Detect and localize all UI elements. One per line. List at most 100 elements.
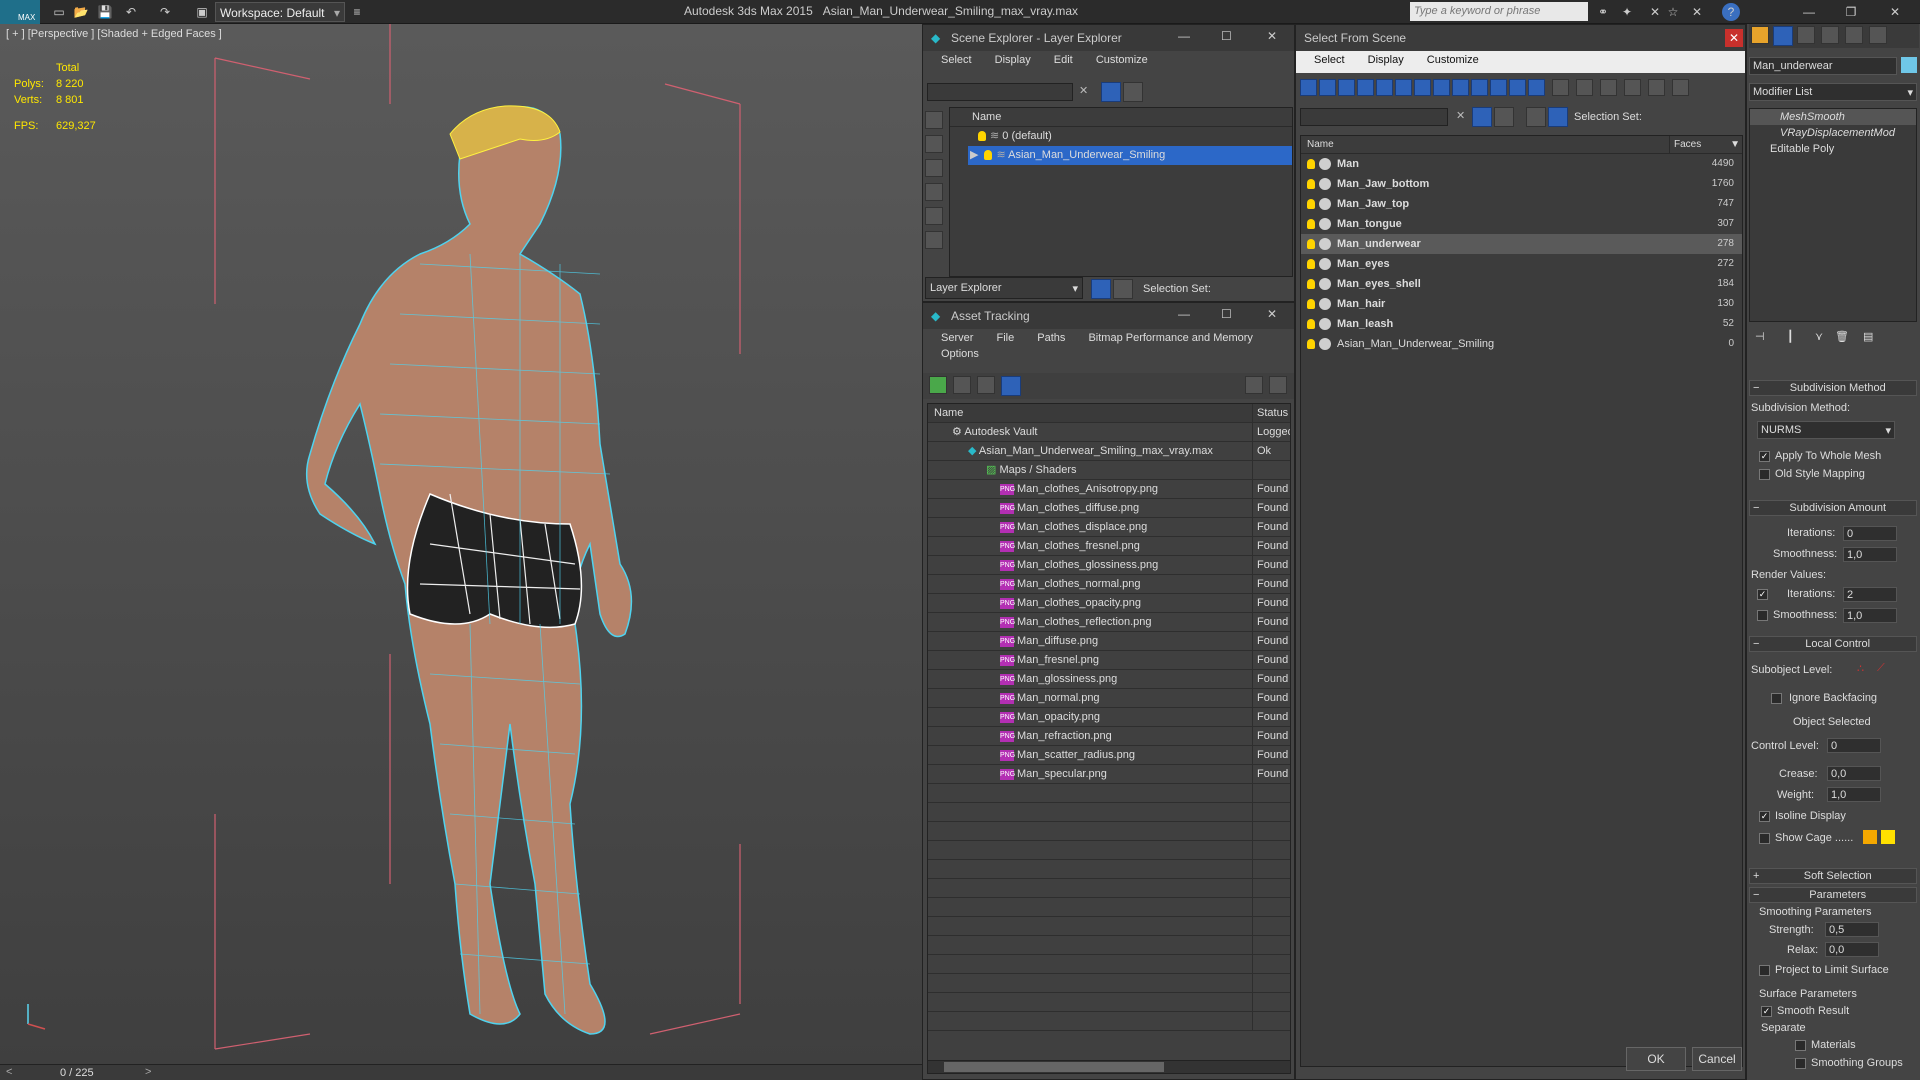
select-none-icon[interactable] bbox=[1576, 79, 1593, 96]
menu-customize[interactable]: Customize bbox=[1427, 54, 1479, 66]
asset-file-row[interactable]: PNG Man_opacity.png Found bbox=[928, 708, 1290, 727]
layer-row-selected[interactable]: ▶ ≋ Asian_Man_Underwear_Smiling bbox=[968, 146, 1292, 165]
menu-overflow-icon[interactable]: ≡ bbox=[348, 3, 366, 21]
close-icon[interactable]: ✕ bbox=[1267, 307, 1277, 321]
name-column-header[interactable]: Name bbox=[928, 407, 963, 419]
groups-filter-icon[interactable] bbox=[1471, 79, 1488, 96]
filter-icon[interactable] bbox=[1472, 107, 1492, 127]
settings-icon[interactable] bbox=[1269, 376, 1287, 394]
display-lights-icon[interactable] bbox=[925, 183, 943, 201]
modifier-stack-item[interactable]: VRayDisplacementMod bbox=[1750, 125, 1916, 141]
smooth-result-checkbox[interactable]: ✓ bbox=[1761, 1006, 1772, 1017]
asset-file-row[interactable]: PNG Man_clothes_reflection.png Found bbox=[928, 613, 1290, 632]
minimize-icon[interactable]: — bbox=[1178, 307, 1190, 321]
menu-bitmap-performance[interactable]: Bitmap Performance and Memory bbox=[1088, 332, 1252, 344]
menu-display[interactable]: Display bbox=[1368, 54, 1404, 66]
relax-spinner[interactable]: 0,0 bbox=[1825, 942, 1879, 957]
light-bulb-icon[interactable] bbox=[978, 131, 986, 142]
explorer-type-dropdown[interactable]: Layer Explorer ▾ bbox=[925, 277, 1083, 299]
asset-row[interactable]: ◆ Asian_Man_Underwear_Smiling_max_vray.m… bbox=[928, 442, 1290, 461]
star-icon[interactable]: ☆ bbox=[1664, 3, 1682, 21]
cage-color-swatch[interactable] bbox=[1863, 830, 1877, 844]
open-file-icon[interactable]: 📂 bbox=[72, 3, 90, 21]
light-bulb-icon[interactable] bbox=[984, 150, 993, 161]
object-row[interactable]: Asian_Man_Underwear_Smiling 0 bbox=[1301, 334, 1742, 354]
project-icon[interactable]: ▣ bbox=[193, 3, 211, 21]
asset-file-row[interactable]: PNG Man_refraction.png Found bbox=[928, 727, 1290, 746]
object-row[interactable]: Man_Jaw_top 747 bbox=[1301, 194, 1742, 214]
select-invert-icon[interactable] bbox=[1600, 79, 1617, 96]
undo-icon[interactable]: ↶ bbox=[122, 3, 140, 21]
crease-spinner[interactable]: 0,0 bbox=[1827, 766, 1881, 781]
render-iterations-checkbox[interactable]: ✓ bbox=[1757, 589, 1768, 600]
close-x-icon[interactable]: ✕ bbox=[1688, 3, 1706, 21]
scene-explorer-search[interactable] bbox=[927, 83, 1073, 101]
utilities-tab-icon[interactable] bbox=[1869, 26, 1887, 44]
remove-modifier-icon[interactable]: 🗑 bbox=[1835, 330, 1849, 343]
asset-file-row[interactable]: PNG Man_clothes_displace.png Found bbox=[928, 518, 1290, 537]
asset-file-row[interactable]: PNG Man_clothes_glossiness.png Found bbox=[928, 556, 1290, 575]
tools-icon[interactable]: ✦ bbox=[1618, 3, 1636, 21]
hierarchy-icon[interactable] bbox=[1113, 279, 1133, 299]
maximize-icon[interactable]: ☐ bbox=[1221, 307, 1232, 321]
clear-icon[interactable]: ✕ bbox=[1079, 84, 1088, 97]
geometry-filter-icon[interactable] bbox=[1357, 79, 1374, 96]
redo-icon[interactable]: ↷ bbox=[156, 3, 174, 21]
modifier-stack-item[interactable]: MeshSmooth bbox=[1750, 109, 1916, 125]
light-bulb-icon[interactable] bbox=[1307, 339, 1315, 350]
isoline-display-checkbox[interactable]: ✓ bbox=[1759, 811, 1770, 822]
ok-button[interactable]: OK bbox=[1626, 1047, 1686, 1071]
materials-checkbox[interactable] bbox=[1795, 1040, 1806, 1051]
maximize-icon[interactable]: ❐ bbox=[1842, 3, 1860, 21]
create-tab-icon[interactable] bbox=[1751, 26, 1769, 44]
object-row[interactable]: Man_eyes 272 bbox=[1301, 254, 1742, 274]
asset-file-row[interactable]: PNG Man_glossiness.png Found bbox=[928, 670, 1290, 689]
motion-tab-icon[interactable] bbox=[1821, 26, 1839, 44]
clear-icon[interactable]: ✕ bbox=[1456, 109, 1465, 122]
display-none-icon[interactable] bbox=[1300, 79, 1317, 96]
light-bulb-icon[interactable] bbox=[1307, 179, 1315, 190]
control-level-spinner[interactable]: 0 bbox=[1827, 738, 1881, 753]
new-file-icon[interactable]: ▭ bbox=[50, 3, 68, 21]
xrefs-filter-icon[interactable] bbox=[1490, 79, 1507, 96]
asset-file-row[interactable]: PNG Man_clothes_Anisotropy.png Found bbox=[928, 480, 1290, 499]
asset-file-row[interactable]: PNG Man_clothes_opacity.png Found bbox=[928, 594, 1290, 613]
smoothing-groups-checkbox[interactable] bbox=[1795, 1058, 1806, 1069]
object-row[interactable]: Man_underwear 278 bbox=[1301, 234, 1742, 254]
layers-icon[interactable] bbox=[1526, 107, 1546, 127]
vertex-level-icon[interactable]: ∴ bbox=[1857, 662, 1864, 675]
subdivision-method-rollout[interactable]: − Subdivision Method bbox=[1749, 380, 1917, 396]
light-bulb-icon[interactable] bbox=[1307, 319, 1315, 330]
name-column-header[interactable]: Name bbox=[950, 108, 1292, 127]
shapes-filter-icon[interactable] bbox=[1376, 79, 1393, 96]
local-control-rollout[interactable]: − Local Control bbox=[1749, 636, 1917, 652]
close-icon[interactable]: ✕ bbox=[1725, 29, 1743, 47]
containers-filter-icon[interactable] bbox=[1528, 79, 1545, 96]
weight-spinner[interactable]: 1,0 bbox=[1827, 787, 1881, 802]
table-view-icon[interactable] bbox=[1001, 376, 1021, 396]
select-search-input[interactable] bbox=[1300, 108, 1448, 126]
help-icon[interactable] bbox=[1245, 376, 1263, 394]
light-bulb-icon[interactable] bbox=[1307, 259, 1315, 270]
parameters-rollout[interactable]: − Parameters bbox=[1749, 887, 1917, 903]
spacewarps-filter-icon[interactable] bbox=[1452, 79, 1469, 96]
layer-row[interactable]: ≋ 0 (default) bbox=[950, 127, 1292, 146]
minimize-icon[interactable]: — bbox=[1178, 29, 1190, 43]
modify-tab-icon[interactable] bbox=[1773, 26, 1793, 46]
help-icon[interactable]: ? bbox=[1722, 3, 1740, 21]
menu-display[interactable]: Display bbox=[995, 54, 1031, 66]
object-row[interactable]: Man_tongue 307 bbox=[1301, 214, 1742, 234]
filter-icon[interactable] bbox=[1624, 79, 1641, 96]
refresh-icon[interactable] bbox=[929, 376, 947, 394]
lights-filter-icon[interactable] bbox=[1395, 79, 1412, 96]
asset-file-row[interactable]: PNG Man_clothes_normal.png Found bbox=[928, 575, 1290, 594]
light-bulb-icon[interactable] bbox=[1307, 239, 1315, 250]
light-bulb-icon[interactable] bbox=[1307, 279, 1315, 290]
close-icon[interactable]: ✕ bbox=[1267, 29, 1277, 43]
render-smoothness-checkbox[interactable] bbox=[1757, 610, 1768, 621]
display-shapes-icon[interactable] bbox=[925, 159, 943, 177]
object-row[interactable]: Man_hair 130 bbox=[1301, 294, 1742, 314]
display-invert-icon[interactable] bbox=[1338, 79, 1355, 96]
asset-file-row[interactable]: PNG Man_fresnel.png Found bbox=[928, 651, 1290, 670]
menu-select[interactable]: Select bbox=[941, 54, 972, 66]
